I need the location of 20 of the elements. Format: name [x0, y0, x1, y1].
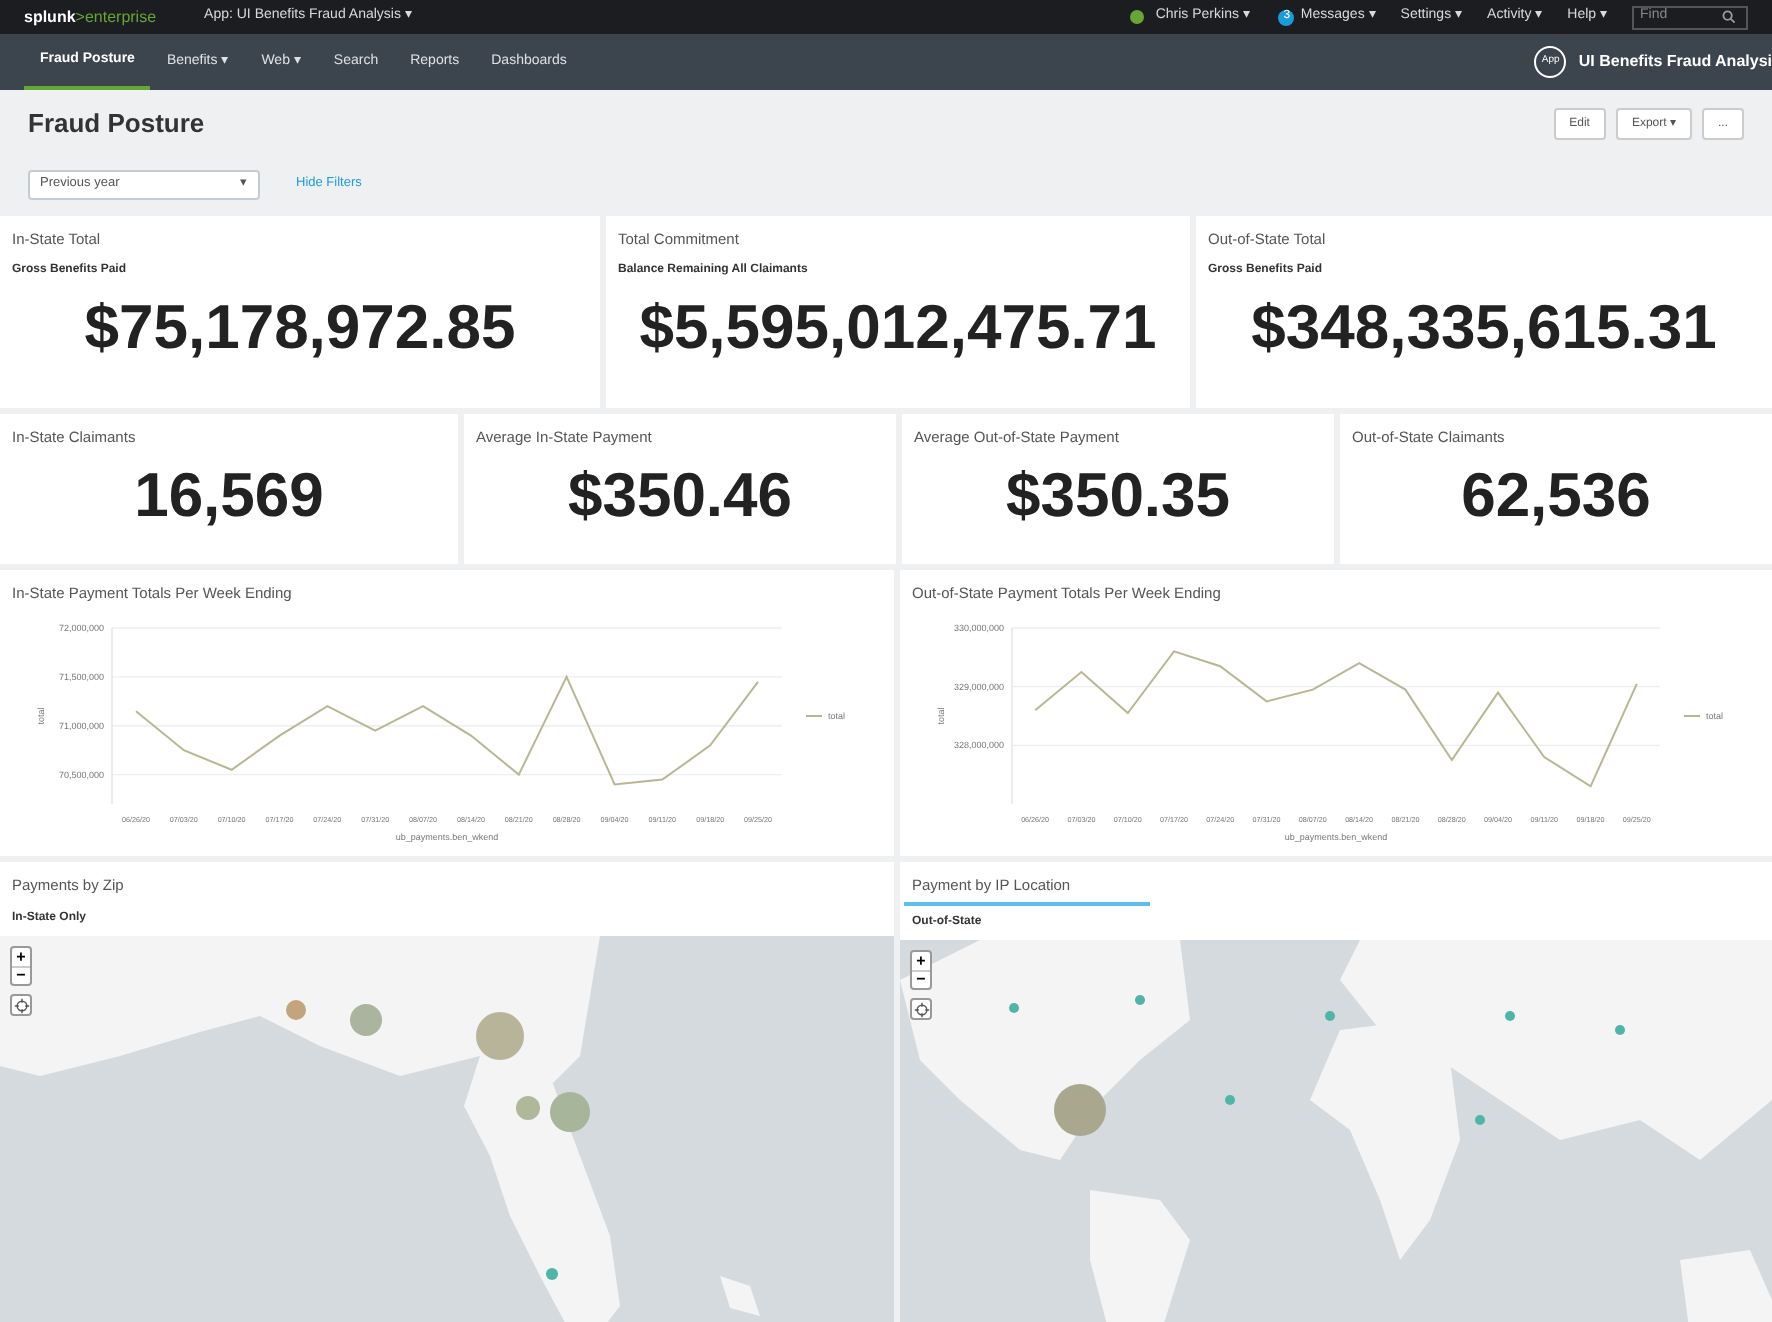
locate-button[interactable] [10, 994, 32, 1017]
zoom-out-button[interactable]: − [12, 966, 30, 985]
stat-value: $350.46 [567, 464, 793, 527]
app-title: UI Benefits Fraud Analysi [1578, 50, 1772, 74]
stat-value: 16,569 [134, 464, 324, 527]
stat-value: $348,335,615.31 [1251, 296, 1717, 359]
crosshair-icon [913, 1001, 929, 1018]
page-title: Fraud Posture [28, 106, 205, 143]
logo[interactable]: splunk>enterprise [24, 5, 157, 29]
zoom-in-button[interactable]: + [912, 952, 930, 971]
zoom-out-button[interactable]: − [912, 970, 930, 989]
stat-value: $75,178,972.85 [84, 296, 516, 359]
stat-value: $5,595,012,475.71 [639, 296, 1157, 359]
stat-value: $350.35 [1005, 464, 1231, 527]
stat-value: 62,536 [1461, 464, 1651, 527]
zoom-in-button[interactable]: + [12, 948, 30, 967]
search-icon [1722, 10, 1736, 24]
crosshair-icon [13, 997, 29, 1014]
locate-button[interactable] [910, 998, 932, 1021]
status-icon [1129, 10, 1144, 24]
